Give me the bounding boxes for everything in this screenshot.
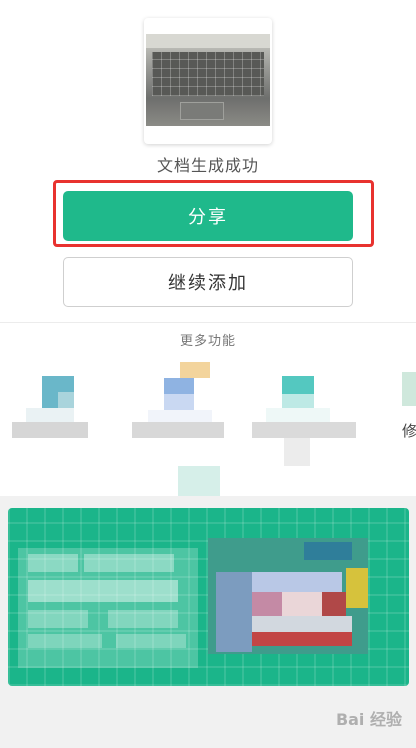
feature-item-4[interactable]: 修	[398, 356, 416, 446]
success-message: 文档生成成功	[156, 156, 259, 175]
feature-label-3	[252, 422, 356, 438]
document-thumbnail	[146, 34, 270, 126]
feature-label-1	[12, 422, 88, 438]
section-divider	[0, 322, 416, 323]
feature-icon-4	[402, 372, 416, 406]
feature-icon-3	[282, 376, 314, 394]
more-features-title: 更多功能	[170, 330, 246, 349]
watermark-logo: Bai 经验	[335, 710, 402, 729]
feature-item-5	[178, 466, 220, 496]
promo-banner[interactable]	[8, 508, 409, 686]
share-button[interactable]: 分享	[63, 191, 353, 241]
document-preview-card[interactable]	[144, 18, 272, 144]
feature-icon-2	[164, 378, 194, 394]
feature-item-3[interactable]	[240, 356, 360, 466]
feature-item-2[interactable]	[120, 356, 230, 446]
feature-label-2	[132, 422, 224, 438]
feature-label-4: 修	[402, 422, 416, 440]
continue-add-button[interactable]: 继续添加	[63, 257, 353, 307]
feature-item-1[interactable]	[0, 356, 110, 446]
